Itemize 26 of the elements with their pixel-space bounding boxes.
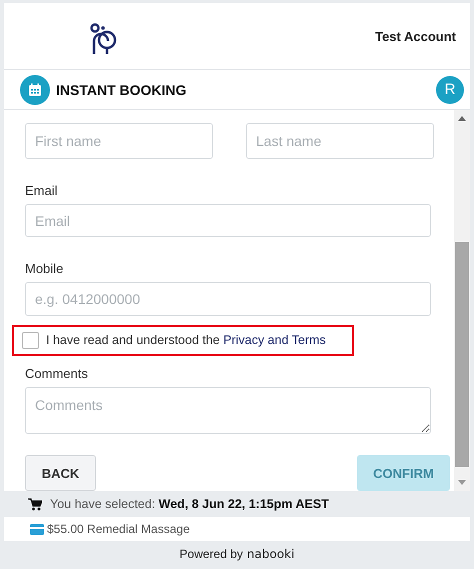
brand-logo[interactable]: nabooki bbox=[246, 547, 294, 561]
privacy-link[interactable]: Privacy and Terms bbox=[223, 333, 326, 348]
field-label: Mobile bbox=[25, 261, 64, 276]
selection-summary: You have selected: Wed, 8 Jun 22, 1:15pm AEST bbox=[50, 497, 329, 511]
input-field[interactable]: e.g. 0412000000 bbox=[25, 282, 431, 316]
consent-text: I have read and understood the Privacy and Terms bbox=[46, 333, 326, 348]
logo-icon bbox=[90, 23, 118, 55]
input-field[interactable]: Email bbox=[25, 204, 431, 238]
input-field[interactable]: Last name bbox=[246, 123, 434, 159]
account-name[interactable]: Test Account bbox=[375, 28, 456, 44]
scrollbar[interactable] bbox=[454, 110, 470, 491]
scroll-up-icon[interactable] bbox=[458, 116, 466, 121]
cart-icon bbox=[28, 498, 42, 510]
comments-field[interactable]: Comments bbox=[25, 387, 431, 434]
scrollbar-thumb[interactable] bbox=[455, 242, 469, 467]
powered-by-text: Powered by bbox=[180, 547, 243, 561]
calendar-icon bbox=[20, 74, 50, 104]
card-icon bbox=[30, 524, 44, 534]
checkbox[interactable] bbox=[22, 332, 39, 349]
scroll-down-icon[interactable] bbox=[458, 480, 466, 485]
back-button[interactable]: BACK bbox=[25, 455, 96, 491]
input-field[interactable]: First name bbox=[25, 123, 213, 159]
service-price: $55.00 Remedial Massage bbox=[47, 522, 190, 536]
field-label: Email bbox=[25, 183, 59, 198]
field-label: Comments bbox=[25, 366, 89, 382]
section-title: INSTANT BOOKING bbox=[56, 82, 188, 98]
